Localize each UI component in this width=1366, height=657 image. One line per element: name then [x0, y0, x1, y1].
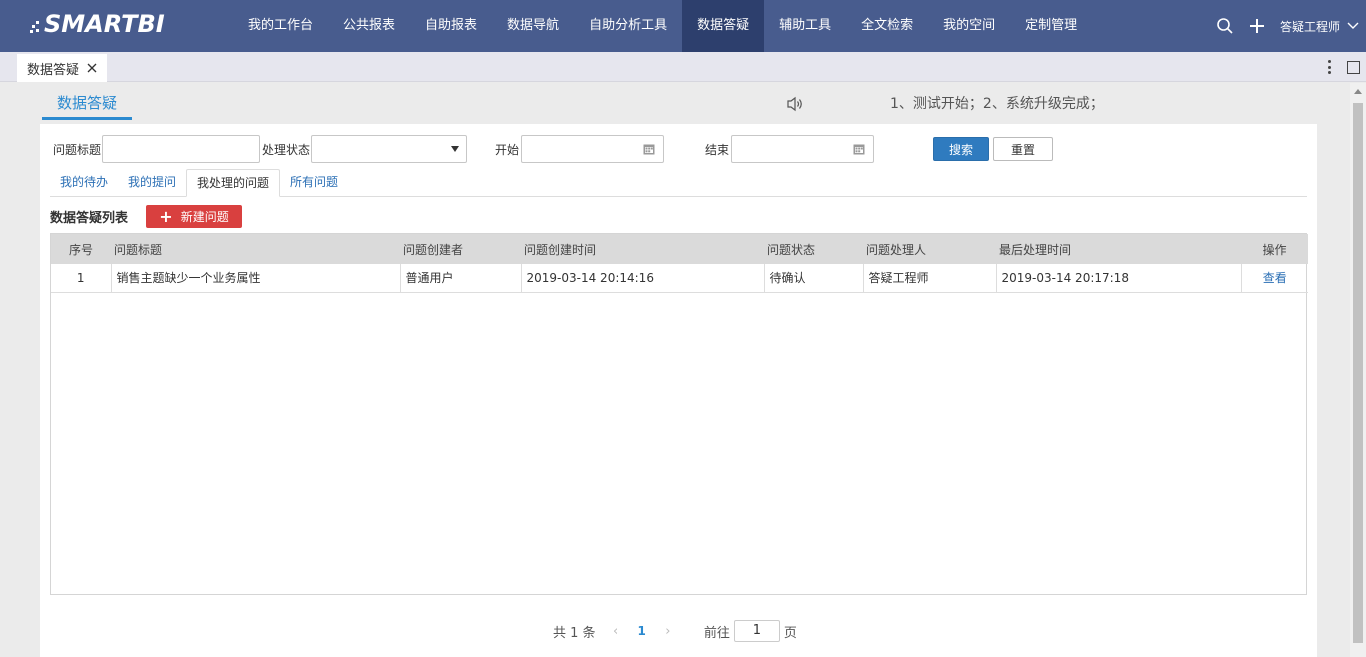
cell-action: 查看 — [1241, 264, 1308, 293]
page-title: 数据答疑 — [42, 92, 133, 120]
top-navigation-bar: SMARTBI 我的工作台 公共报表 自助报表 数据导航 自助分析工具 数据答疑… — [0, 0, 1366, 52]
column-header: 序号 — [51, 234, 111, 264]
questions-table: 序号 问题标题 问题创建者 问题创建时间 问题状态 问题处理人 最后处理时间 操… — [50, 233, 1308, 595]
end-date-filter: 结束 — [705, 135, 875, 163]
new-question-label: 新建问题 — [180, 210, 229, 224]
plus-icon: + — [159, 206, 173, 226]
nav-item-data-qa[interactable]: 数据答疑 — [682, 0, 765, 52]
page-number[interactable]: 1 — [638, 624, 646, 638]
dropdown-arrow-icon — [451, 146, 460, 152]
next-page-icon[interactable]: › — [658, 624, 678, 639]
reset-button[interactable]: 重置 — [993, 137, 1053, 161]
more-options-icon[interactable] — [1321, 58, 1337, 76]
page-tab-label: 数据答疑 — [27, 62, 80, 78]
question-subtabs: 我的待办 我的提问 我处理的问题 所有问题 — [50, 169, 1307, 197]
view-link[interactable]: 查看 — [1263, 271, 1287, 285]
column-header: 问题标题 — [111, 234, 400, 264]
cell-created-time: 2019-03-14 20:14:16 — [521, 264, 765, 293]
cell-last-time: 2019-03-14 20:17:18 — [996, 264, 1242, 293]
column-header: 最后处理时间 — [996, 234, 1241, 264]
close-icon[interactable] — [87, 63, 97, 73]
nav-item-aux-tools[interactable]: 辅助工具 — [764, 0, 846, 52]
total-count: 共 1 条 — [553, 625, 596, 641]
cell-index: 1 — [51, 264, 112, 293]
nav-item-data-navigation[interactable]: 数据导航 — [492, 0, 574, 52]
maximize-icon[interactable] — [1347, 60, 1360, 74]
nav-item-my-space[interactable]: 我的空间 — [928, 0, 1010, 52]
start-date-label: 开始 — [495, 142, 520, 157]
page-tab-strip: 数据答疑 — [0, 52, 1366, 82]
scrollbar-thumb[interactable] — [1353, 103, 1363, 643]
status-filter-label: 处理状态 — [262, 142, 311, 157]
logo-dots-icon — [30, 21, 39, 33]
pagination: 共 1 条 ‹ 1 › 前往 1 页 — [553, 620, 797, 642]
speaker-icon — [787, 96, 802, 112]
nav-item-self-analysis-tools[interactable]: 自助分析工具 — [574, 0, 682, 52]
search-icon[interactable] — [1216, 17, 1234, 35]
new-question-button[interactable]: + 新建问题 — [146, 205, 242, 228]
content-header: 数据答疑 1、测试开始；2、系统升级完成； — [40, 83, 1317, 124]
page-tab-data-qa[interactable]: 数据答疑 — [17, 54, 108, 82]
nav-item-customization[interactable]: 定制管理 — [1010, 0, 1092, 52]
table-row[interactable]: 1 销售主题缺少一个业务属性 普通用户 2019-03-14 20:14:16 … — [51, 264, 1308, 293]
vertical-scrollbar[interactable] — [1350, 83, 1366, 657]
goto-prefix: 前往 — [703, 625, 730, 641]
column-header: 问题处理人 — [863, 234, 996, 264]
main-nav: 我的工作台 公共报表 自助报表 数据导航 自助分析工具 数据答疑 辅助工具 全文… — [233, 0, 1092, 52]
goto-page-input[interactable]: 1 — [733, 620, 780, 642]
nav-item-public-reports[interactable]: 公共报表 — [328, 0, 410, 52]
calendar-icon[interactable] — [853, 143, 865, 155]
scroll-up-icon[interactable] — [1354, 89, 1362, 94]
tab-strip-tools — [1321, 58, 1360, 76]
tab-my-todo[interactable]: 我的待办 — [50, 169, 118, 197]
tab-handled-by-me[interactable]: 我处理的问题 — [186, 169, 281, 197]
top-right-tools: 答疑工程师 — [1216, 0, 1366, 52]
end-date-label: 结束 — [705, 142, 730, 157]
start-date-filter: 开始 — [495, 135, 665, 163]
nav-item-fulltext-search[interactable]: 全文检索 — [846, 0, 928, 52]
status-select[interactable] — [311, 135, 468, 163]
cell-title: 销售主题缺少一个业务属性 — [111, 264, 401, 293]
column-header: 问题创建者 — [400, 234, 521, 264]
title-input[interactable] — [102, 135, 261, 163]
nav-item-workbench[interactable]: 我的工作台 — [233, 0, 328, 52]
goto-suffix: 页 — [783, 625, 797, 641]
main-content: 数据答疑 1、测试开始；2、系统升级完成； 问题标题 处理状态 开始 结束 搜索… — [40, 83, 1317, 657]
column-header: 操作 — [1241, 234, 1308, 264]
calendar-icon[interactable] — [643, 143, 655, 155]
column-header: 问题状态 — [764, 234, 863, 264]
add-icon[interactable] — [1248, 17, 1266, 35]
list-title: 数据答疑列表 — [50, 211, 129, 226]
prev-page-icon[interactable]: ‹ — [606, 624, 626, 639]
chevron-down-icon[interactable] — [1346, 19, 1360, 33]
title-filter: 问题标题 — [53, 135, 261, 163]
tab-all-questions[interactable]: 所有问题 — [280, 169, 348, 197]
start-date-input[interactable] — [521, 135, 665, 163]
cell-handler: 答疑工程师 — [863, 264, 997, 293]
notice-text: 1、测试开始；2、系统升级完成； — [890, 96, 1104, 112]
user-menu[interactable]: 答疑工程师 — [1280, 18, 1340, 35]
smartbi-logo[interactable]: SMARTBI — [30, 8, 190, 42]
column-header: 问题创建时间 — [521, 234, 764, 264]
table-header-row: 序号 问题标题 问题创建者 问题创建时间 问题状态 问题处理人 最后处理时间 操… — [51, 234, 1308, 264]
end-date-input[interactable] — [731, 135, 875, 163]
logo-text: SMARTBI — [44, 10, 165, 38]
cell-creator: 普通用户 — [400, 264, 522, 293]
title-filter-label: 问题标题 — [53, 142, 102, 157]
cell-status: 待确认 — [764, 264, 864, 293]
tab-my-questions[interactable]: 我的提问 — [118, 169, 186, 197]
search-button[interactable]: 搜索 — [933, 137, 989, 161]
nav-item-self-service-reports[interactable]: 自助报表 — [410, 0, 492, 52]
status-filter: 处理状态 — [262, 135, 468, 163]
